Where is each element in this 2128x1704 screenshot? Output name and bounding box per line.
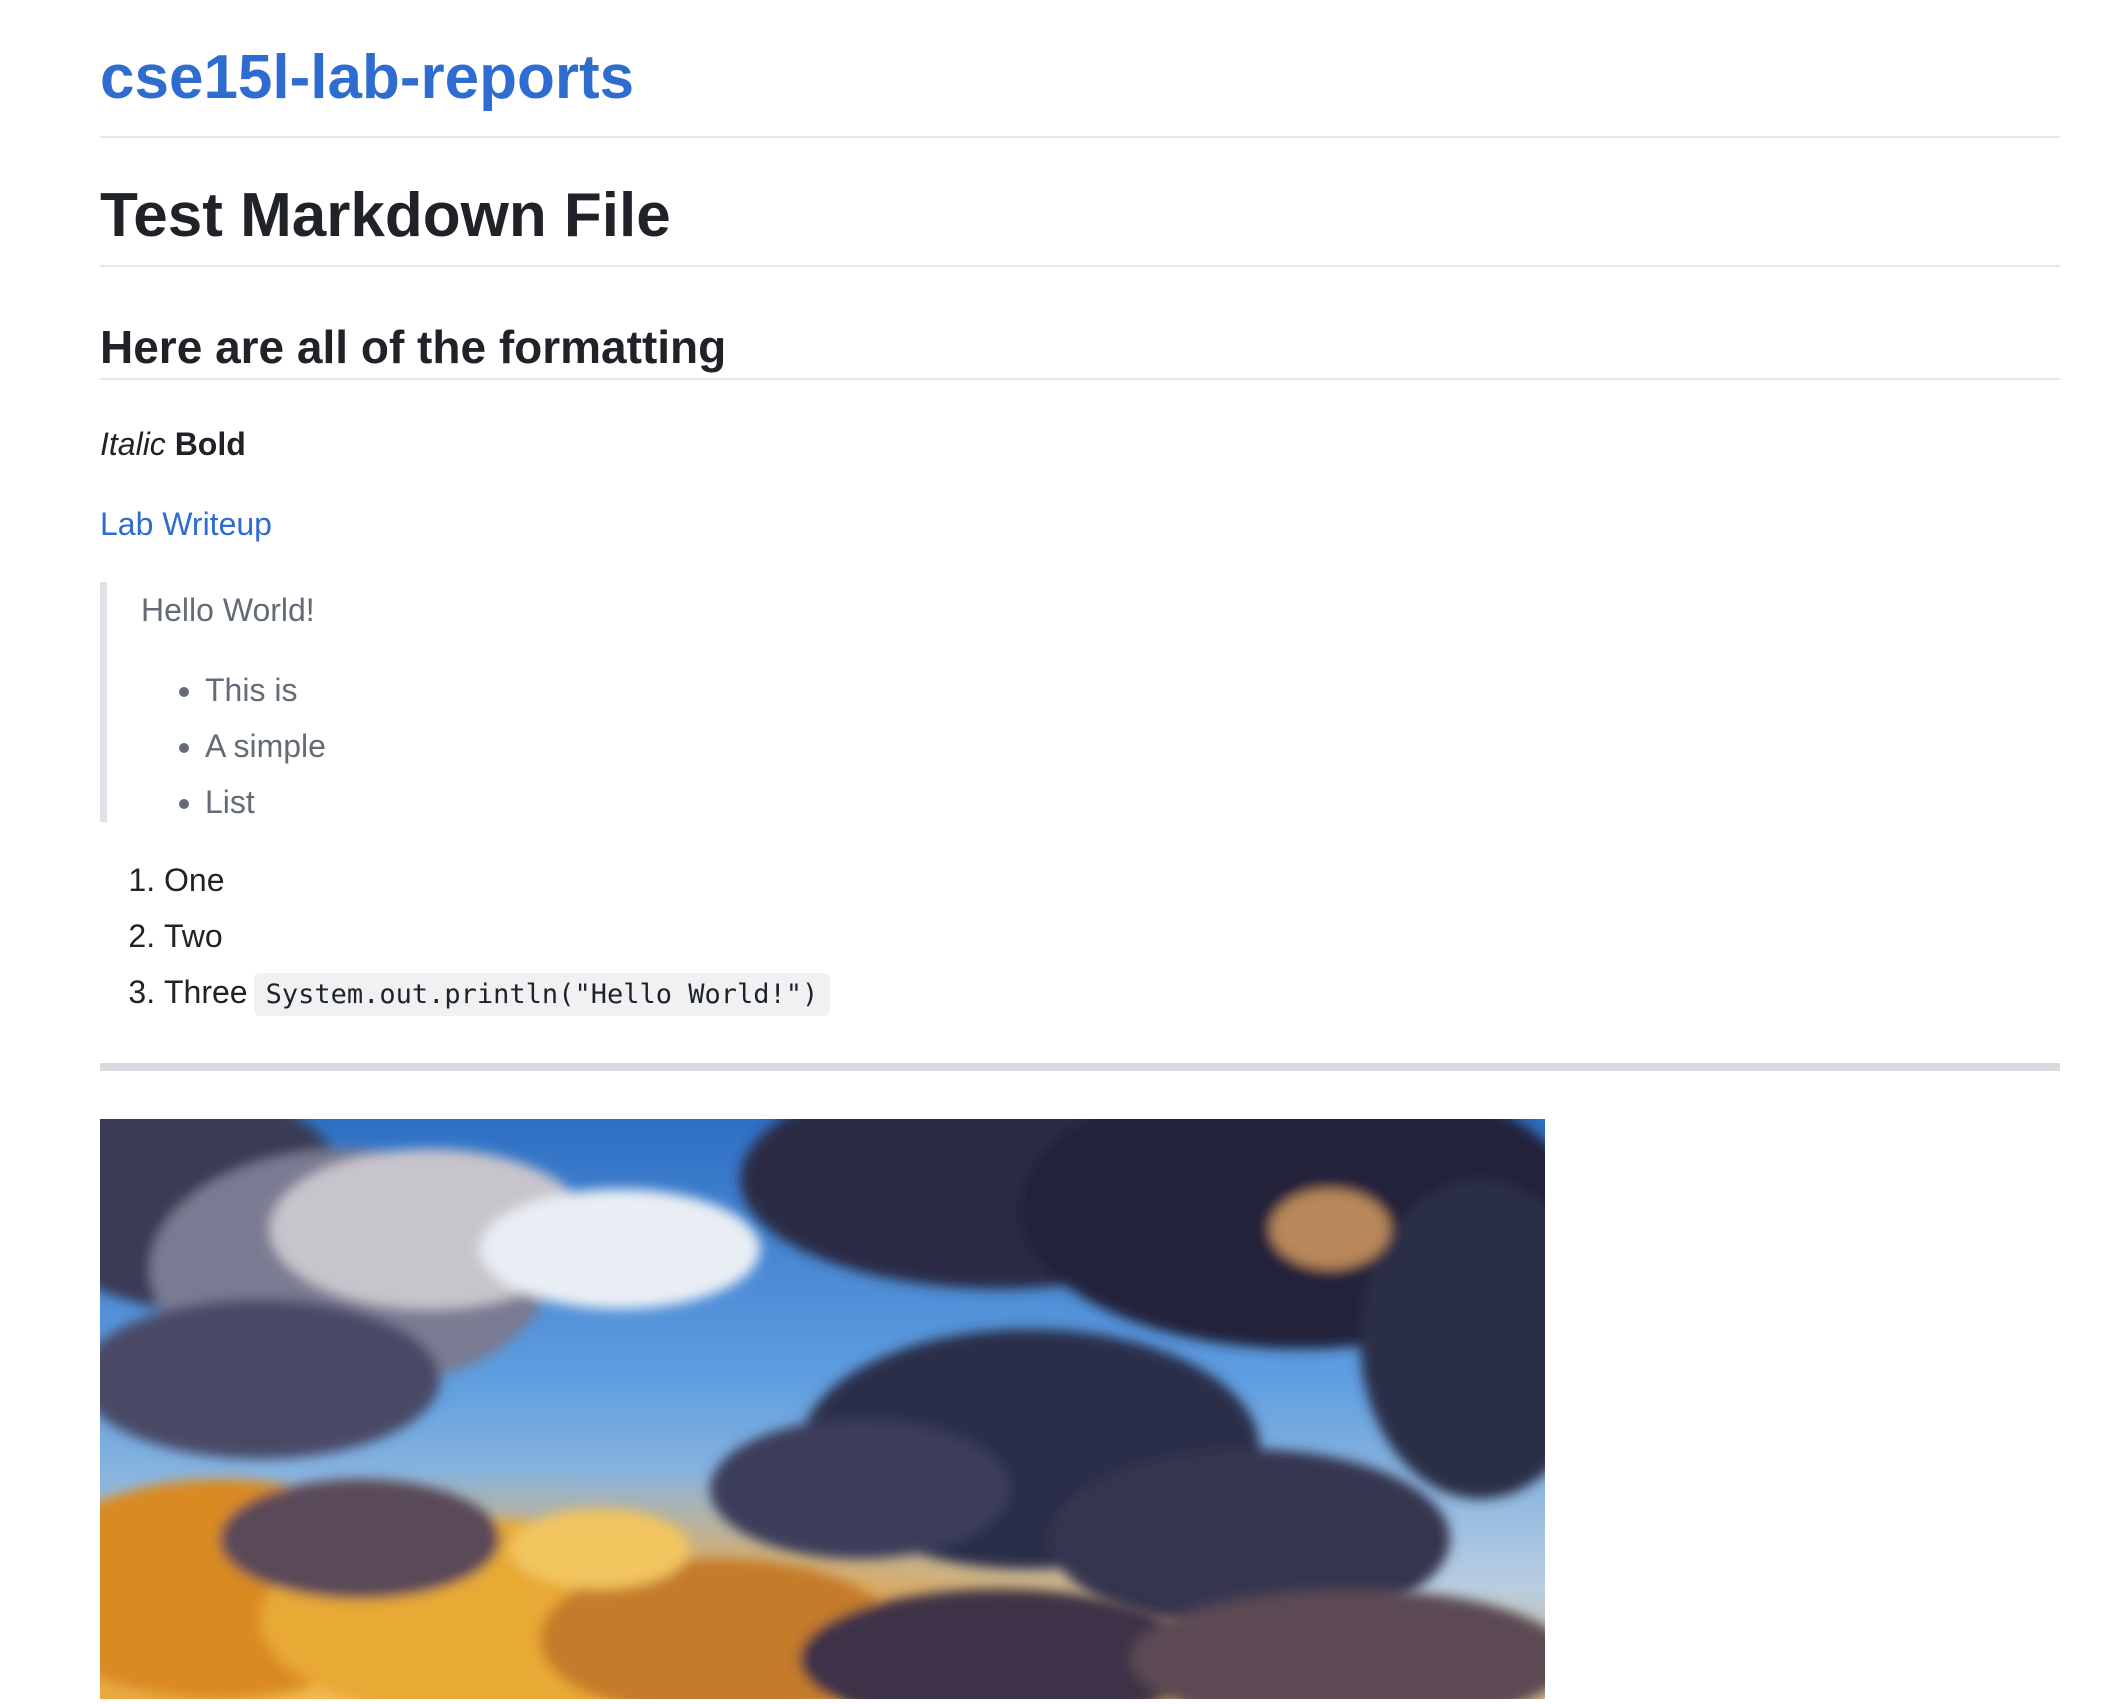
- link-paragraph: Lab Writeup: [100, 502, 2060, 546]
- section-heading: Here are all of the formatting: [100, 267, 2060, 380]
- list-item: A simple: [205, 724, 2060, 768]
- ordered-list: One Two ThreeSystem.out.println("Hello W…: [100, 858, 2060, 1017]
- page-title: Test Markdown File: [100, 138, 2060, 267]
- markdown-page: cse15l-lab-reports Test Markdown File He…: [100, 0, 2060, 1699]
- list-item: List: [205, 780, 2060, 824]
- list-item: This is: [205, 668, 2060, 712]
- sky-clouds-image: [100, 1119, 1545, 1699]
- inline-code: System.out.println("Hello World!"): [253, 973, 831, 1016]
- sunset-clouds-illustration: [100, 1119, 1545, 1699]
- ordered-list-item: One: [164, 858, 2060, 902]
- ordered-item-label: One: [164, 862, 225, 898]
- formatting-paragraph: Italic Bold: [100, 422, 2060, 466]
- site-title-link[interactable]: cse15l-lab-reports: [100, 0, 2060, 138]
- blockquote: Hello World! This is A simple List: [100, 582, 2060, 822]
- ordered-list-item: Two: [164, 914, 2060, 958]
- horizontal-rule: [100, 1063, 2060, 1071]
- bullet-list: This is A simple List: [141, 668, 2060, 824]
- italic-text: Italic: [100, 426, 166, 462]
- ordered-list-item: ThreeSystem.out.println("Hello World!"): [164, 970, 2060, 1017]
- ordered-item-label: Three: [164, 974, 248, 1010]
- blockquote-text: Hello World!: [141, 592, 315, 628]
- lab-writeup-link[interactable]: Lab Writeup: [100, 506, 272, 542]
- bold-text: Bold: [174, 426, 246, 462]
- ordered-item-label: Two: [164, 918, 223, 954]
